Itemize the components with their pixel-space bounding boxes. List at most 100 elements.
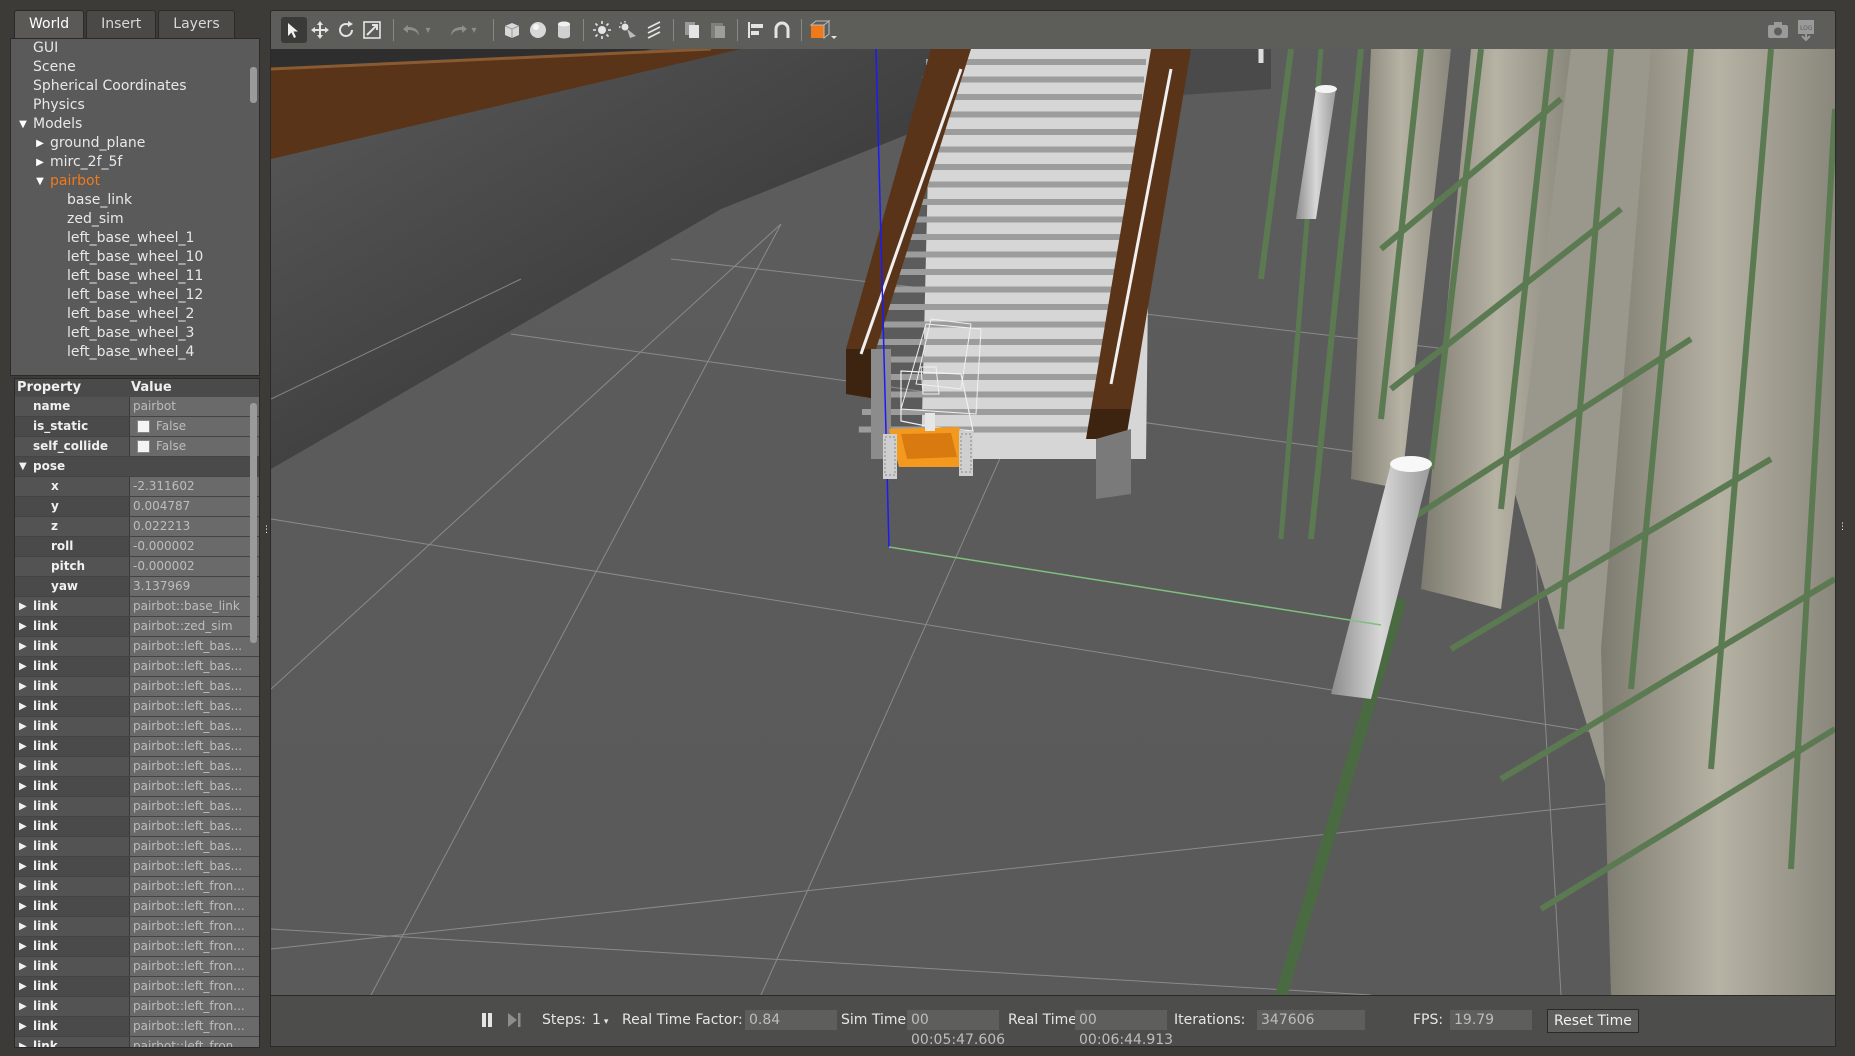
expand-arrow-icon[interactable]: ▶ [19, 677, 27, 696]
translate-icon[interactable] [307, 17, 333, 43]
property-value[interactable]: pairbot::left_fron... [129, 1017, 259, 1036]
step-icon[interactable] [503, 1008, 525, 1032]
property-row[interactable]: x -2.311602 [15, 477, 259, 497]
property-value[interactable]: pairbot::left_fron... [129, 937, 259, 956]
property-row[interactable]: ▶ link pairbot::left_fron... [15, 957, 259, 977]
directional-light-icon[interactable] [641, 17, 667, 43]
property-row[interactable]: ▶ link pairbot::base_link [15, 597, 259, 617]
property-value[interactable]: pairbot::left_fron... [129, 1037, 259, 1047]
snap-icon[interactable] [769, 17, 795, 43]
property-row[interactable]: ▶ link pairbot::left_bas... [15, 837, 259, 857]
copy-icon[interactable] [679, 17, 705, 43]
expand-arrow-icon[interactable]: ▶ [34, 153, 46, 172]
expand-arrow-icon[interactable]: ▶ [19, 877, 27, 896]
redo-dropdown-icon[interactable]: ▾ [467, 17, 481, 43]
property-row[interactable]: ▶ link pairbot::left_bas... [15, 637, 259, 657]
property-row[interactable]: ▶ link pairbot::left_fron... [15, 877, 259, 897]
property-value[interactable]: pairbot::left_bas... [129, 757, 259, 776]
property-value[interactable]: pairbot::left_fron... [129, 917, 259, 936]
steps-value[interactable]: 1 ▾ [592, 1010, 608, 1030]
tree-item[interactable]: left_base_wheel_2 [11, 305, 259, 324]
tree-item[interactable]: left_base_wheel_12 [11, 286, 259, 305]
spot-light-icon[interactable] [615, 17, 641, 43]
tree-item[interactable]: ▼ Models [11, 115, 259, 134]
rotate-icon[interactable] [333, 17, 359, 43]
expand-arrow-icon[interactable]: ▶ [19, 617, 27, 636]
property-row[interactable]: ▶ link pairbot::left_bas... [15, 797, 259, 817]
property-value[interactable]: 3.137969 [129, 577, 259, 596]
paste-icon[interactable] [705, 17, 731, 43]
scale-icon[interactable] [359, 17, 385, 43]
checkbox[interactable] [137, 440, 150, 453]
property-value[interactable]: -0.000002 [129, 557, 259, 576]
tab-layers[interactable]: Layers [158, 10, 235, 38]
expand-arrow-icon[interactable]: ▶ [19, 977, 27, 996]
reset-time-button[interactable]: Reset Time [1547, 1009, 1639, 1033]
tree-item[interactable]: zed_sim [11, 210, 259, 229]
expand-arrow-icon[interactable]: ▶ [19, 917, 27, 936]
right-splitter-handle[interactable]: ⋮ [1838, 522, 1847, 532]
expand-arrow-icon[interactable]: ▶ [19, 837, 27, 856]
point-light-icon[interactable] [589, 17, 615, 43]
property-value[interactable]: pairbot::left_bas... [129, 717, 259, 736]
property-value[interactable]: pairbot::left_bas... [129, 837, 259, 856]
property-row[interactable]: ▶ link pairbot::left_fron... [15, 1037, 259, 1047]
property-row[interactable]: ▶ link pairbot::left_bas... [15, 857, 259, 877]
property-value[interactable]: pairbot::base_link [129, 597, 259, 616]
property-value[interactable]: -2.311602 [129, 477, 259, 496]
property-row[interactable]: ▶ link pairbot::left_fron... [15, 937, 259, 957]
cylinder-icon[interactable] [551, 17, 577, 43]
tree-item[interactable]: left_base_wheel_10 [11, 248, 259, 267]
steps-dropdown-icon[interactable]: ▾ [604, 1017, 609, 1027]
property-row[interactable]: ▶ link pairbot::left_bas... [15, 697, 259, 717]
box-icon[interactable] [499, 17, 525, 43]
property-row[interactable]: ▶ link pairbot::left_bas... [15, 717, 259, 737]
tree-item[interactable]: left_base_wheel_1 [11, 229, 259, 248]
expand-arrow-icon[interactable]: ▶ [19, 897, 27, 916]
property-row[interactable]: z 0.022213 [15, 517, 259, 537]
property-row[interactable]: ▶ link pairbot::left_fron... [15, 997, 259, 1017]
property-value[interactable] [129, 457, 259, 476]
tree-item[interactable]: left_base_wheel_4 [11, 343, 259, 362]
property-row[interactable]: y 0.004787 [15, 497, 259, 517]
property-row[interactable]: ▶ link pairbot::left_bas... [15, 677, 259, 697]
expand-arrow-icon[interactable]: ▶ [19, 597, 27, 616]
change-view-icon[interactable] [807, 17, 841, 43]
collapse-arrow-icon[interactable]: ▼ [34, 172, 46, 191]
screenshot-icon[interactable] [1765, 17, 1791, 43]
property-row[interactable]: ▶ link pairbot::left_fron... [15, 917, 259, 937]
property-value[interactable]: pairbot::left_fron... [129, 977, 259, 996]
tree-item[interactable]: ▶ mirc_2f_5f [11, 153, 259, 172]
property-value[interactable]: pairbot::left_bas... [129, 657, 259, 676]
property-value[interactable]: pairbot::left_bas... [129, 797, 259, 816]
property-value[interactable]: pairbot::left_bas... [129, 637, 259, 656]
expand-arrow-icon[interactable]: ▶ [19, 857, 27, 876]
property-row[interactable]: yaw 3.137969 [15, 577, 259, 597]
property-row[interactable]: ▼ pose [15, 457, 259, 477]
property-value[interactable]: pairbot::left_fron... [129, 957, 259, 976]
property-value[interactable]: pairbot::left_fron... [129, 877, 259, 896]
expand-arrow-icon[interactable]: ▶ [19, 777, 27, 796]
expand-arrow-icon[interactable]: ▶ [19, 757, 27, 776]
property-value[interactable]: False [129, 437, 259, 456]
property-value[interactable]: 0.022213 [129, 517, 259, 536]
tree-item[interactable]: ▼ pairbot [11, 172, 259, 191]
expand-arrow-icon[interactable]: ▶ [19, 737, 27, 756]
property-row[interactable]: ▶ link pairbot::left_bas... [15, 657, 259, 677]
property-value[interactable]: pairbot::left_bas... [129, 737, 259, 756]
tree-item[interactable]: GUI [11, 39, 259, 58]
tree-item[interactable]: ▶ ground_plane [11, 134, 259, 153]
undo-dropdown-icon[interactable]: ▾ [421, 17, 435, 43]
sphere-icon[interactable] [525, 17, 551, 43]
align-icon[interactable] [743, 17, 769, 43]
property-value[interactable]: pairbot [129, 397, 259, 416]
property-row[interactable]: ▶ link pairbot::left_bas... [15, 777, 259, 797]
expand-arrow-icon[interactable]: ▶ [19, 697, 27, 716]
pause-icon[interactable] [476, 1008, 498, 1032]
property-row[interactable]: ▶ link pairbot::left_fron... [15, 897, 259, 917]
property-row[interactable]: ▶ link pairbot::left_bas... [15, 757, 259, 777]
property-row[interactable]: ▶ link pairbot::left_fron... [15, 1017, 259, 1037]
scene-viewport[interactable] [270, 49, 1836, 995]
property-row[interactable]: roll -0.000002 [15, 537, 259, 557]
expand-arrow-icon[interactable]: ▶ [19, 717, 27, 736]
